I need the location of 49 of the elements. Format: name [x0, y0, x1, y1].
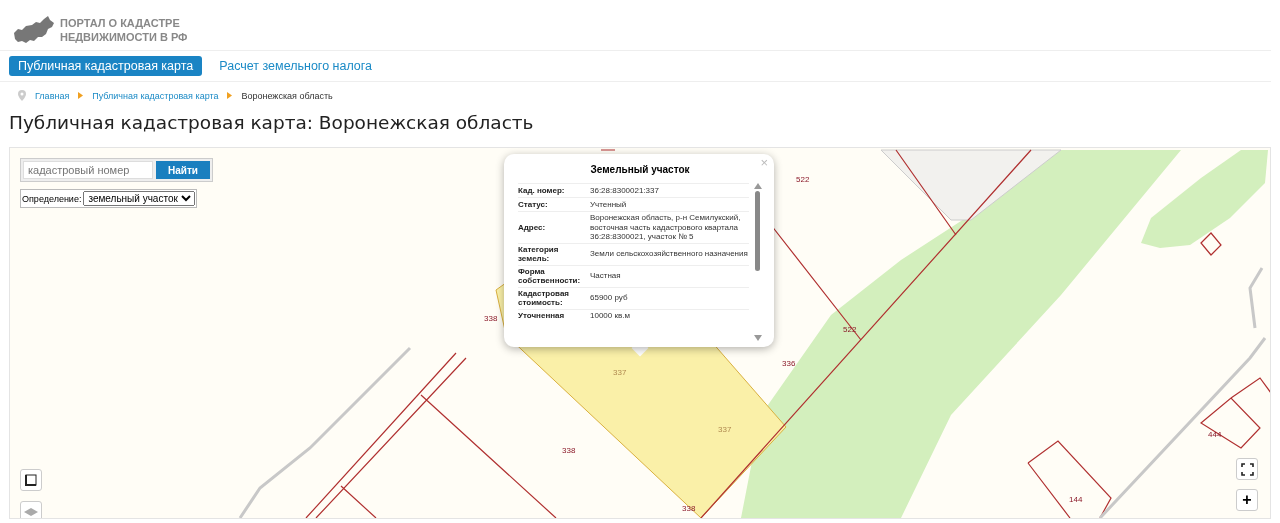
field-value: 36:28:8300021:337 [590, 185, 660, 196]
field-value: Земли сельскохозяйственного назначения [590, 249, 749, 259]
nav-tab[interactable]: Расчет земельного налога [210, 56, 382, 76]
parcel-number: 338 [682, 504, 696, 513]
breadcrumb-arrow-icon [78, 92, 84, 99]
parcel-number: 144 [1069, 495, 1083, 504]
layers-button[interactable] [20, 501, 42, 518]
russia-map-logo-icon [12, 15, 56, 45]
location-pin-icon [18, 90, 26, 101]
scroll-up-icon[interactable] [753, 183, 762, 189]
breadcrumb-link[interactable]: Публичная кадастровая карта [92, 90, 219, 101]
parcel-number: 338 [562, 446, 576, 455]
field-value: 10000 кв.м [590, 311, 631, 321]
field-label: Адрес: [518, 222, 547, 232]
field-label: Кадастровая стоимость: [518, 288, 571, 308]
field-value: Частная [590, 271, 622, 281]
map-layers-button[interactable] [20, 469, 42, 491]
definition-select[interactable]: земельный участок [83, 191, 196, 206]
field-label: Форма собственности: [518, 266, 582, 286]
find-button[interactable]: Найти [156, 161, 210, 179]
scroll-down-icon[interactable] [753, 335, 762, 341]
portal-logo-text: ПОРТАЛ О КАДАСТРЕ НЕДВИЖИМОСТИ В РФ [60, 16, 188, 44]
definition-label: Определение: [22, 193, 82, 204]
field-value: Воронежская область, р-н Семилукский, восточная часть кадастрового квартала 36:28:8300021, участок № 5 [590, 213, 742, 242]
field-label: Кад. номер: [518, 185, 566, 196]
nav-tab[interactable]: Публичная кадастровая карта [9, 56, 203, 76]
parcel-number: 337 [718, 425, 732, 434]
breadcrumb-current: Воронежская область [241, 90, 333, 101]
field-value: 65900 руб [590, 293, 629, 303]
parcel-number: 522 [796, 175, 810, 184]
breadcrumb-link[interactable]: Главная [35, 90, 70, 101]
parcel-number: 337 [613, 368, 627, 377]
square-frame-icon [25, 474, 37, 486]
parcel-number: 338 [484, 314, 498, 323]
field-label: Категория земель: [518, 244, 560, 264]
layers-icon [24, 508, 38, 516]
cadastral-number-field[interactable]: кадастровый номер [23, 161, 153, 179]
parcel-number: 336 [782, 359, 796, 368]
popup-title: Земельный участок [589, 164, 691, 175]
field-label: Уточненная [518, 311, 566, 321]
field-value: Учтенный [590, 199, 628, 210]
fullscreen-icon [1240, 462, 1254, 476]
page-title: Публичная кадастровая карта: Воронежская область [9, 112, 535, 133]
field-label: Статус: [518, 199, 549, 210]
breadcrumb-arrow-icon [227, 92, 233, 99]
parcel-number: 444 [1208, 430, 1222, 439]
scrollbar[interactable] [753, 183, 762, 341]
fullscreen-button[interactable] [1236, 458, 1258, 480]
zoom-in-button[interactable]: + [1236, 489, 1258, 511]
